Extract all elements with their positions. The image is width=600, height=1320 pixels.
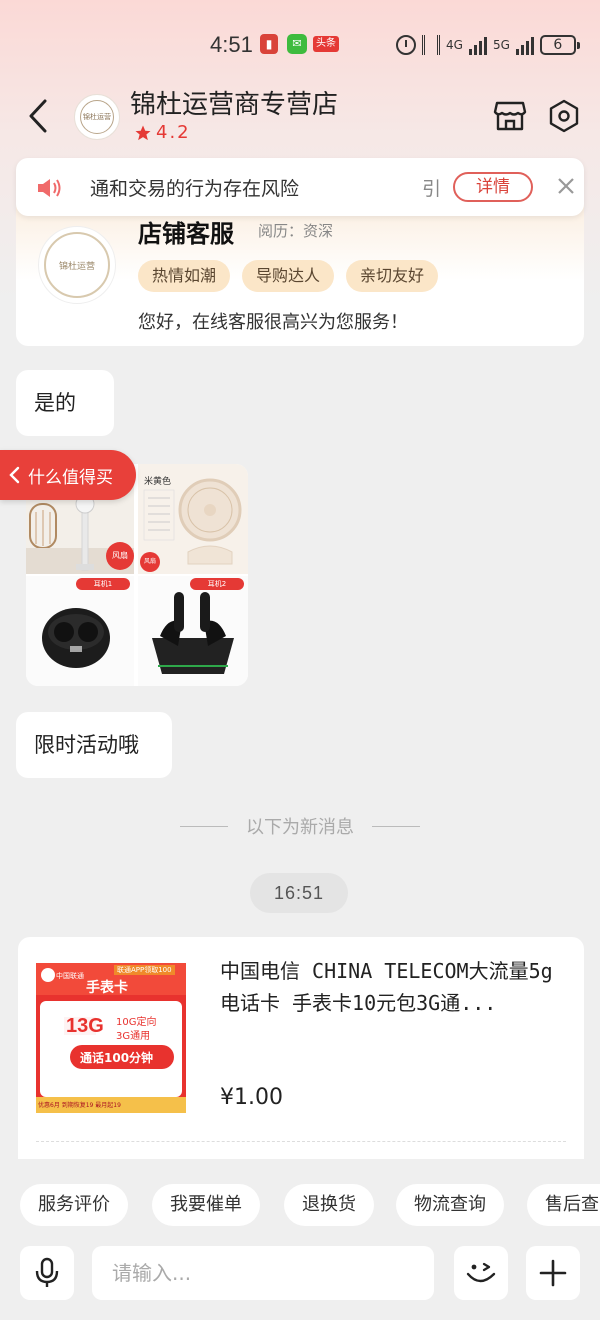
promo-data-amount: 13G	[66, 1015, 104, 1037]
plus-icon	[539, 1259, 567, 1287]
chat-header: 锦杜运营 锦杜运营商专营店 4.2	[0, 76, 600, 152]
emoji-button[interactable]	[454, 1246, 508, 1300]
speaker-icon	[38, 179, 61, 197]
promo-after-discount: 优惠后10	[90, 1079, 139, 1092]
new-messages-divider: 以下为新消息	[0, 812, 600, 840]
settings-hex-icon	[549, 99, 579, 133]
status-indicators: 4G 5G 6	[396, 32, 580, 58]
status-time: 4:51	[210, 32, 253, 57]
service-agent-card: 锦杜运营 店铺客服 阅历：资深 热情如潮 导购达人 亲切友好 您好，在线客服很高…	[16, 200, 584, 346]
risk-notice-bar: 通和交易的行为存在风险 引 详情	[16, 158, 584, 216]
alarm-icon	[396, 35, 416, 55]
store-avatar[interactable]: 锦杜运营	[74, 94, 120, 140]
earbud-1-badge: 耳机1	[76, 578, 130, 590]
earbud-2-badge: 耳机2	[190, 578, 244, 590]
chat-bubble[interactable]: 限时活动哦	[16, 712, 172, 778]
quick-action-chip[interactable]: 退换货	[284, 1184, 374, 1226]
product-image[interactable]: 中国联通 联通APP领取100 手表卡 13G 10G定向 3G通用 通话100…	[36, 963, 186, 1113]
fan-color-label: 米黄色	[144, 477, 172, 487]
battery-icon: 6	[539, 35, 580, 55]
product-price: ¥1.00	[220, 1085, 283, 1110]
promo-brand: 中国联通	[56, 972, 84, 980]
notice-text: 通和交易的行为存在风险	[90, 178, 300, 200]
chat-bubble[interactable]: 是的	[16, 370, 114, 436]
earbud-1-illustration	[42, 608, 110, 668]
promo-calls: 通话100分钟	[80, 1051, 154, 1065]
settings-button[interactable]	[546, 98, 582, 134]
earbud-2-illustration	[152, 592, 234, 674]
fan-badge: 风扇	[140, 552, 160, 572]
voice-button[interactable]	[20, 1246, 74, 1300]
toutiao-notification-icon: 头条	[313, 36, 339, 52]
promo-data-detail-2: 3G通用	[116, 1031, 151, 1042]
more-button[interactable]	[526, 1246, 580, 1300]
promo-fine-print: 优惠6月 到期恢复19 最月起19	[38, 1102, 121, 1109]
back-button[interactable]	[20, 98, 56, 134]
star-icon	[135, 125, 151, 140]
app-notification-icon: ▮	[260, 34, 278, 54]
promo-data-detail-1: 10G定向	[116, 1017, 157, 1028]
voice-icon	[35, 1257, 59, 1287]
status-bar: 4:51 ▮ ✉ 头条 4G 5G 6	[0, 24, 600, 64]
emoji-icon	[466, 1262, 496, 1283]
store-logo-text: 锦杜运营	[80, 100, 114, 134]
agent-avatar-text: 锦杜运营	[44, 232, 110, 298]
promo-side-tab[interactable]: 什么值得买	[0, 450, 136, 500]
product-card-separator	[36, 1141, 566, 1142]
product-title[interactable]: 中国电信 CHINA TELECOM大流量5g电话卡 手表卡10元包3G通...	[220, 955, 570, 1019]
divider-label: 以下为新消息	[246, 817, 354, 838]
store-name[interactable]: 锦杜运营商专营店	[130, 84, 338, 121]
agent-tag: 导购达人	[242, 260, 335, 292]
agent-tags: 热情如潮 导购达人 亲切友好	[138, 260, 439, 292]
promo-badge: 联通APP领取100	[114, 965, 175, 975]
vibrate-icon	[422, 35, 440, 55]
notice-text-tail: 引	[422, 178, 442, 200]
signal-4g-icon	[468, 35, 487, 55]
message-input-bar	[0, 1234, 600, 1320]
agent-title: 店铺客服	[138, 220, 234, 248]
close-icon[interactable]	[554, 174, 578, 198]
store-icon	[493, 101, 527, 131]
signal-5g-icon	[515, 35, 534, 55]
agent-greeting: 您好，在线客服很高兴为您服务！	[138, 312, 408, 333]
agent-avatar: 锦杜运营	[38, 226, 116, 304]
message-input[interactable]	[92, 1246, 434, 1300]
back-arrow-icon	[29, 99, 47, 133]
message-timestamp: 16:51	[250, 873, 348, 913]
message-input-wrapper	[92, 1246, 434, 1300]
quick-action-chip[interactable]: 物流查询	[396, 1184, 504, 1226]
quick-action-chip[interactable]: 我要催单	[152, 1184, 260, 1226]
earbud-2-image: 耳机2	[138, 576, 248, 686]
divider-line	[180, 825, 228, 827]
chevron-left-icon	[9, 466, 20, 484]
quick-action-chip[interactable]: 服务评价	[20, 1184, 128, 1226]
store-button[interactable]	[492, 98, 528, 134]
rating-value: 4.2	[156, 122, 191, 143]
earbud-1-image: 耳机1	[26, 576, 134, 686]
agent-tag: 热情如潮	[138, 260, 231, 292]
network-4g-label: 4G	[446, 38, 463, 52]
promo-card-name: 手表卡	[86, 980, 128, 996]
fan-badge: 风扇	[106, 542, 134, 570]
wechat-notification-icon: ✉	[287, 34, 307, 54]
product-card[interactable]: 中国联通 联通APP领取100 手表卡 13G 10G定向 3G通用 通话100…	[18, 937, 584, 1159]
network-5g-label: 5G	[492, 38, 510, 52]
store-rating: 4.2	[134, 122, 191, 143]
divider-line	[372, 825, 420, 827]
notice-detail-button[interactable]: 详情	[453, 172, 533, 202]
agent-experience: 阅历：资深	[258, 222, 334, 240]
quick-action-chip[interactable]: 售后查	[527, 1184, 600, 1226]
agent-tag: 亲切友好	[346, 260, 439, 292]
promo-tab-label: 什么值得买	[28, 467, 113, 488]
